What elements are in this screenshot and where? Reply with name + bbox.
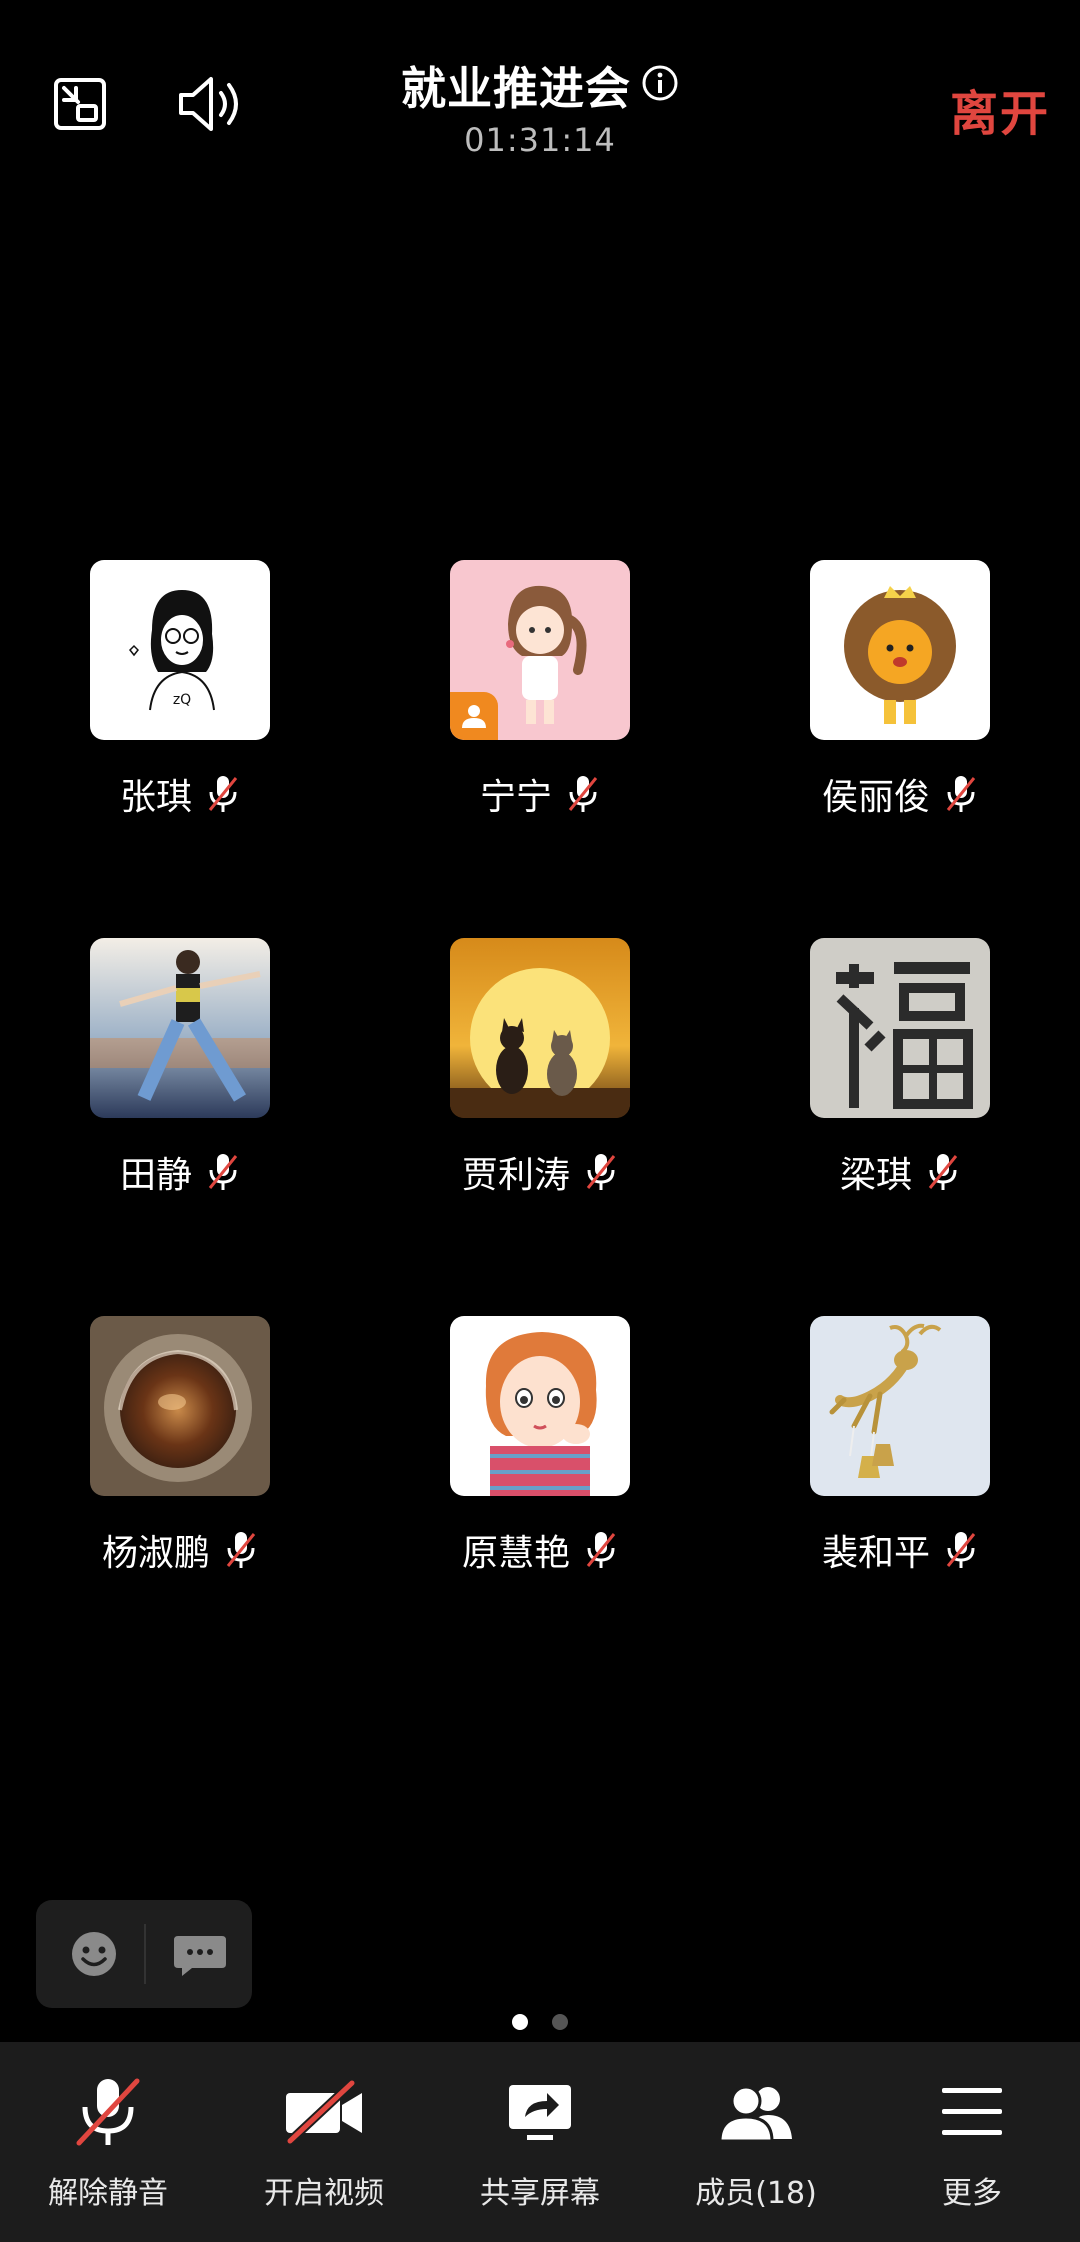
participant-name: 贾利涛 <box>461 1155 570 1196</box>
meeting-title[interactable]: 就业推进会 <box>401 52 631 117</box>
more-button[interactable]: 更多 <box>864 2042 1080 2242</box>
participant-name: 宁宁 <box>479 777 552 818</box>
bottom-toolbar: 解除静音 开启视频 共享屏幕 成员(18) 更多 <box>0 2042 1080 2242</box>
mic-muted-icon <box>586 1154 616 1190</box>
avatar <box>810 1316 990 1496</box>
mic-muted-icon <box>928 1154 958 1190</box>
avatar <box>450 560 630 740</box>
participant-name-row: 侯丽俊 <box>780 768 1020 820</box>
svg-text:zQ: zQ <box>173 692 191 708</box>
participant-name: 张琪 <box>119 777 192 818</box>
participant-name-row: 田静 <box>60 1146 300 1198</box>
avatar <box>450 1316 630 1496</box>
members-icon <box>711 2072 801 2152</box>
page-indicator <box>0 2014 1080 2030</box>
members-button[interactable]: 成员(18) <box>648 2042 864 2242</box>
participant-name-row: 贾利涛 <box>420 1146 660 1198</box>
members-label: 成员(18) <box>695 2176 817 2211</box>
page-dot-active[interactable] <box>512 2014 528 2030</box>
participant-name: 原慧艳 <box>461 1533 570 1574</box>
reaction-panel <box>36 1900 252 2008</box>
share-screen-icon <box>495 2072 585 2152</box>
participant-name-row: 裴和平 <box>780 1524 1020 1576</box>
share-screen-button[interactable]: 共享屏幕 <box>432 2042 648 2242</box>
participant-name: 杨淑鹏 <box>101 1533 210 1574</box>
info-icon[interactable] <box>641 64 679 106</box>
mic-muted-icon <box>586 1532 616 1568</box>
participant-name: 田静 <box>119 1155 192 1196</box>
participant-name: 梁琪 <box>839 1155 912 1196</box>
mic-muted-icon <box>208 1154 238 1190</box>
mic-muted-icon <box>226 1532 256 1568</box>
more-label: 更多 <box>942 2176 1002 2211</box>
share-screen-label: 共享屏幕 <box>480 2176 600 2211</box>
unmute-label: 解除静音 <box>48 2176 168 2211</box>
avatar: zQ <box>90 560 270 740</box>
avatar <box>90 1316 270 1496</box>
mic-muted-icon <box>208 776 238 812</box>
start-video-button[interactable]: 开启视频 <box>216 2042 432 2242</box>
mic-muted-icon <box>946 776 976 812</box>
emoji-icon[interactable] <box>66 1926 122 1982</box>
mic-off-icon <box>63 2072 153 2152</box>
avatar <box>810 938 990 1118</box>
page-dot[interactable] <box>552 2014 568 2030</box>
mic-muted-icon <box>946 1532 976 1568</box>
participant-name-row: 张琪 <box>60 768 300 820</box>
participant-name: 裴和平 <box>821 1533 930 1574</box>
avatar <box>90 938 270 1118</box>
participant-name-row: 原慧艳 <box>420 1524 660 1576</box>
avatar <box>450 938 630 1118</box>
chat-icon[interactable] <box>170 1926 230 1982</box>
menu-icon <box>927 2072 1017 2152</box>
start-video-label: 开启视频 <box>264 2176 384 2211</box>
participant-name: 侯丽俊 <box>821 777 930 818</box>
meeting-header: 就业推进会 01:31:14 <box>0 52 1080 159</box>
unmute-button[interactable]: 解除静音 <box>0 2042 216 2242</box>
divider <box>144 1924 146 1984</box>
mic-muted-icon <box>568 776 598 812</box>
participant-name-row: 宁宁 <box>420 768 660 820</box>
video-off-icon <box>279 2072 369 2152</box>
participant-name-row: 杨淑鹏 <box>60 1524 300 1576</box>
leave-button[interactable]: 离开 <box>950 74 1050 144</box>
host-badge-icon <box>450 692 498 740</box>
avatar <box>810 560 990 740</box>
top-bar: 就业推进会 01:31:14 离开 <box>0 0 1080 190</box>
participant-name-row: 梁琪 <box>780 1146 1020 1198</box>
meeting-timer: 01:31:14 <box>464 121 616 159</box>
